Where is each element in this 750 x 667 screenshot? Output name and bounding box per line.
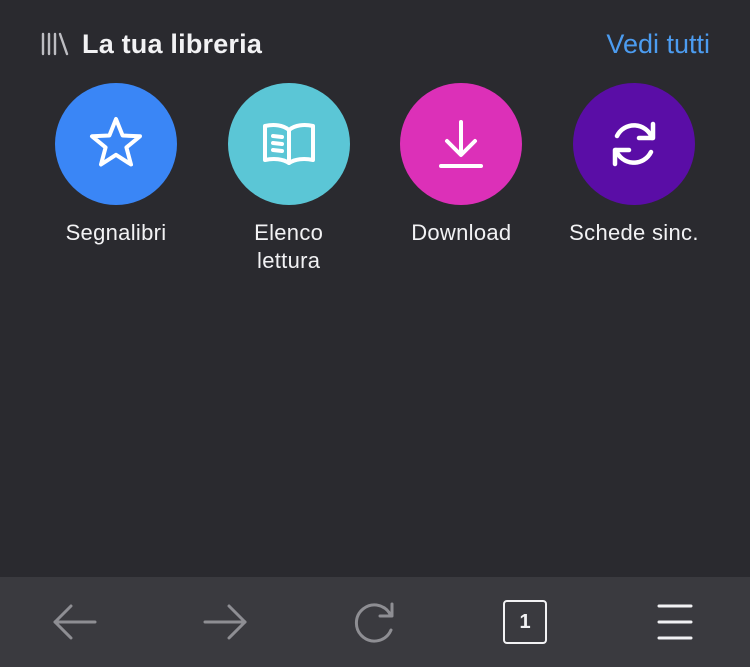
reload-icon	[354, 602, 394, 643]
tab-count-badge: 1	[503, 600, 547, 644]
reload-button[interactable]	[300, 577, 450, 667]
shortcut-label: Download	[411, 220, 512, 245]
shortcut-bookmarks[interactable]: Segnalibri	[30, 83, 202, 275]
downloads-circle	[400, 83, 523, 205]
star-icon	[90, 117, 142, 167]
bookmarks-circle	[55, 83, 177, 205]
shortcut-label: Segnalibri	[65, 220, 167, 245]
synced-tabs-circle	[572, 83, 695, 205]
shortcut-reading-list[interactable]: Elenco lettura	[203, 83, 375, 275]
download-icon	[439, 120, 484, 168]
forward-button[interactable]	[150, 577, 300, 667]
hamburger-menu-icon	[657, 604, 693, 640]
book-icon	[262, 123, 315, 165]
shortcut-label: Elenco lettura	[254, 220, 324, 273]
bottom-toolbar: 1	[0, 577, 750, 667]
shortcut-label: Schede sinc.	[569, 220, 699, 245]
shortcut-downloads[interactable]: Download	[375, 83, 547, 275]
menu-button[interactable]	[600, 577, 750, 667]
section-title: La tua libreria	[82, 28, 263, 59]
arrow-left-icon	[53, 604, 97, 640]
shortcut-synced-tabs[interactable]: Schede sinc.	[548, 83, 720, 275]
library-icon	[41, 32, 69, 56]
sync-icon	[612, 121, 656, 167]
back-button[interactable]	[0, 577, 150, 667]
library-shortcuts: Segnalibri Elenco lettura Download Sched…	[30, 83, 720, 275]
library-title-group: La tua libreria	[40, 29, 262, 60]
reading-list-circle	[227, 83, 350, 205]
arrow-right-icon	[203, 604, 247, 640]
see-all-link[interactable]: Vedi tutti	[606, 29, 710, 60]
library-header: La tua libreria Vedi tutti	[40, 24, 710, 64]
tabs-button[interactable]: 1	[450, 577, 600, 667]
